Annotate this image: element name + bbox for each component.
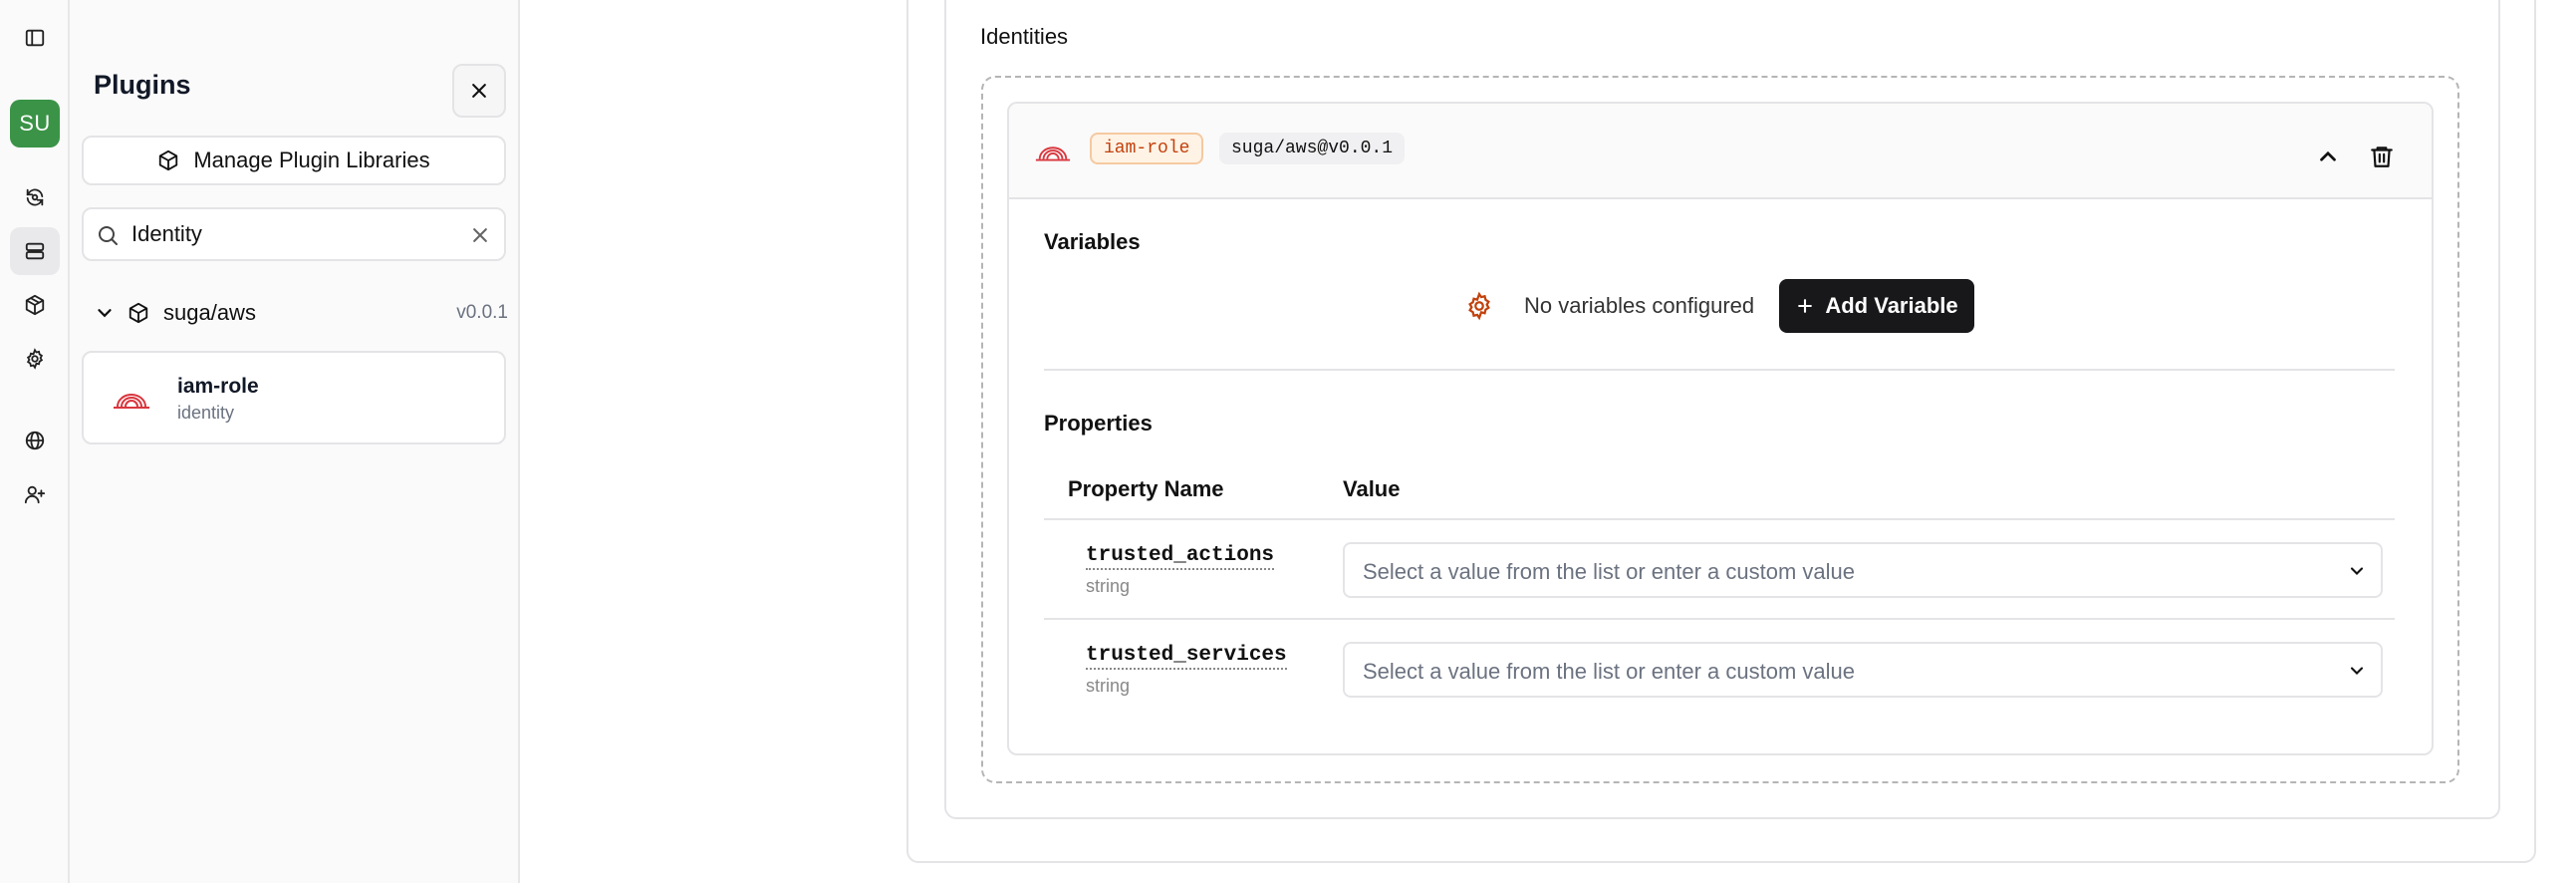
property-value-select[interactable]: Select a value from the list or enter a … [1343, 542, 2383, 598]
gear-icon[interactable] [10, 335, 60, 383]
globe-icon[interactable] [10, 417, 60, 464]
add-variable-button[interactable]: Add Variable [1779, 279, 1974, 333]
select-placeholder: Select a value from the list or enter a … [1363, 559, 1856, 584]
resource-type-badge: iam-role [1090, 133, 1204, 164]
group-version: v0.0.1 [456, 302, 508, 323]
package-icon [129, 302, 148, 324]
select-placeholder: Select a value from the list or enter a … [1363, 659, 1856, 684]
package-icon [159, 149, 178, 171]
plugin-search[interactable] [82, 207, 506, 261]
property-type: string [1086, 676, 1131, 696]
close-panel-button[interactable] [452, 64, 506, 118]
property-name: trusted_actions [1086, 544, 1275, 570]
plugin-group-suga-aws[interactable]: suga/aws v0.0.1 [94, 295, 508, 331]
search-input[interactable] [131, 219, 450, 249]
search-icon [99, 226, 118, 245]
plus-icon [1798, 299, 1813, 313]
hard-hat-icon [1035, 147, 1071, 161]
panel-title: Plugins [94, 70, 191, 100]
app-root: SU Plugins Manage Plugin Libraries Ident… [0, 0, 2576, 883]
group-name: suga/aws [163, 300, 256, 325]
plugin-type: identity [177, 403, 235, 423]
variables-title: Variables [1044, 229, 1141, 254]
sidebar-toggle-icon[interactable] [10, 14, 60, 62]
clear-search-icon[interactable] [470, 225, 490, 245]
column-header-property-name: Property Name [1068, 476, 1224, 501]
plugin-item-iam-role[interactable]: iam-role identity [82, 351, 506, 444]
gear-icon [1468, 291, 1490, 321]
icon-rail: SU [0, 0, 70, 883]
property-type: string [1086, 576, 1131, 596]
manage-button-label: Manage Plugin Libraries [193, 147, 430, 172]
user-plus-icon[interactable] [10, 470, 60, 518]
plugins-panel: Plugins Manage Plugin Libraries suga/aws… [70, 0, 520, 883]
chevron-down-icon [2350, 667, 2364, 675]
refresh-icon[interactable] [10, 173, 60, 221]
property-value-select[interactable]: Select a value from the list or enter a … [1343, 642, 2383, 698]
trash-icon[interactable] [2369, 144, 2395, 169]
table-row-line [1044, 618, 2395, 620]
close-icon [472, 84, 486, 98]
column-header-value: Value [1343, 476, 1401, 501]
section-divider [1044, 369, 2395, 371]
add-variable-label: Add Variable [1825, 293, 1958, 318]
no-variables-text: No variables configured [1524, 293, 1755, 318]
chevron-down-icon [2350, 567, 2364, 575]
property-name: trusted_services [1086, 644, 1287, 670]
properties-title: Properties [1044, 411, 1153, 436]
plugin-name: iam-role [177, 375, 259, 398]
package-icon[interactable] [10, 281, 60, 329]
server-icon[interactable] [10, 227, 60, 275]
hard-hat-icon [114, 394, 149, 409]
chevron-down-icon[interactable] [94, 302, 116, 324]
chevron-up-icon[interactable] [2315, 144, 2341, 169]
resource-package-badge: suga/aws@v0.0.1 [1219, 133, 1406, 164]
section-title: Identities [980, 24, 1069, 49]
avatar[interactable]: SU [10, 100, 60, 147]
table-header-line [1044, 518, 2395, 520]
manage-plugin-libraries-button[interactable]: Manage Plugin Libraries [82, 136, 506, 185]
